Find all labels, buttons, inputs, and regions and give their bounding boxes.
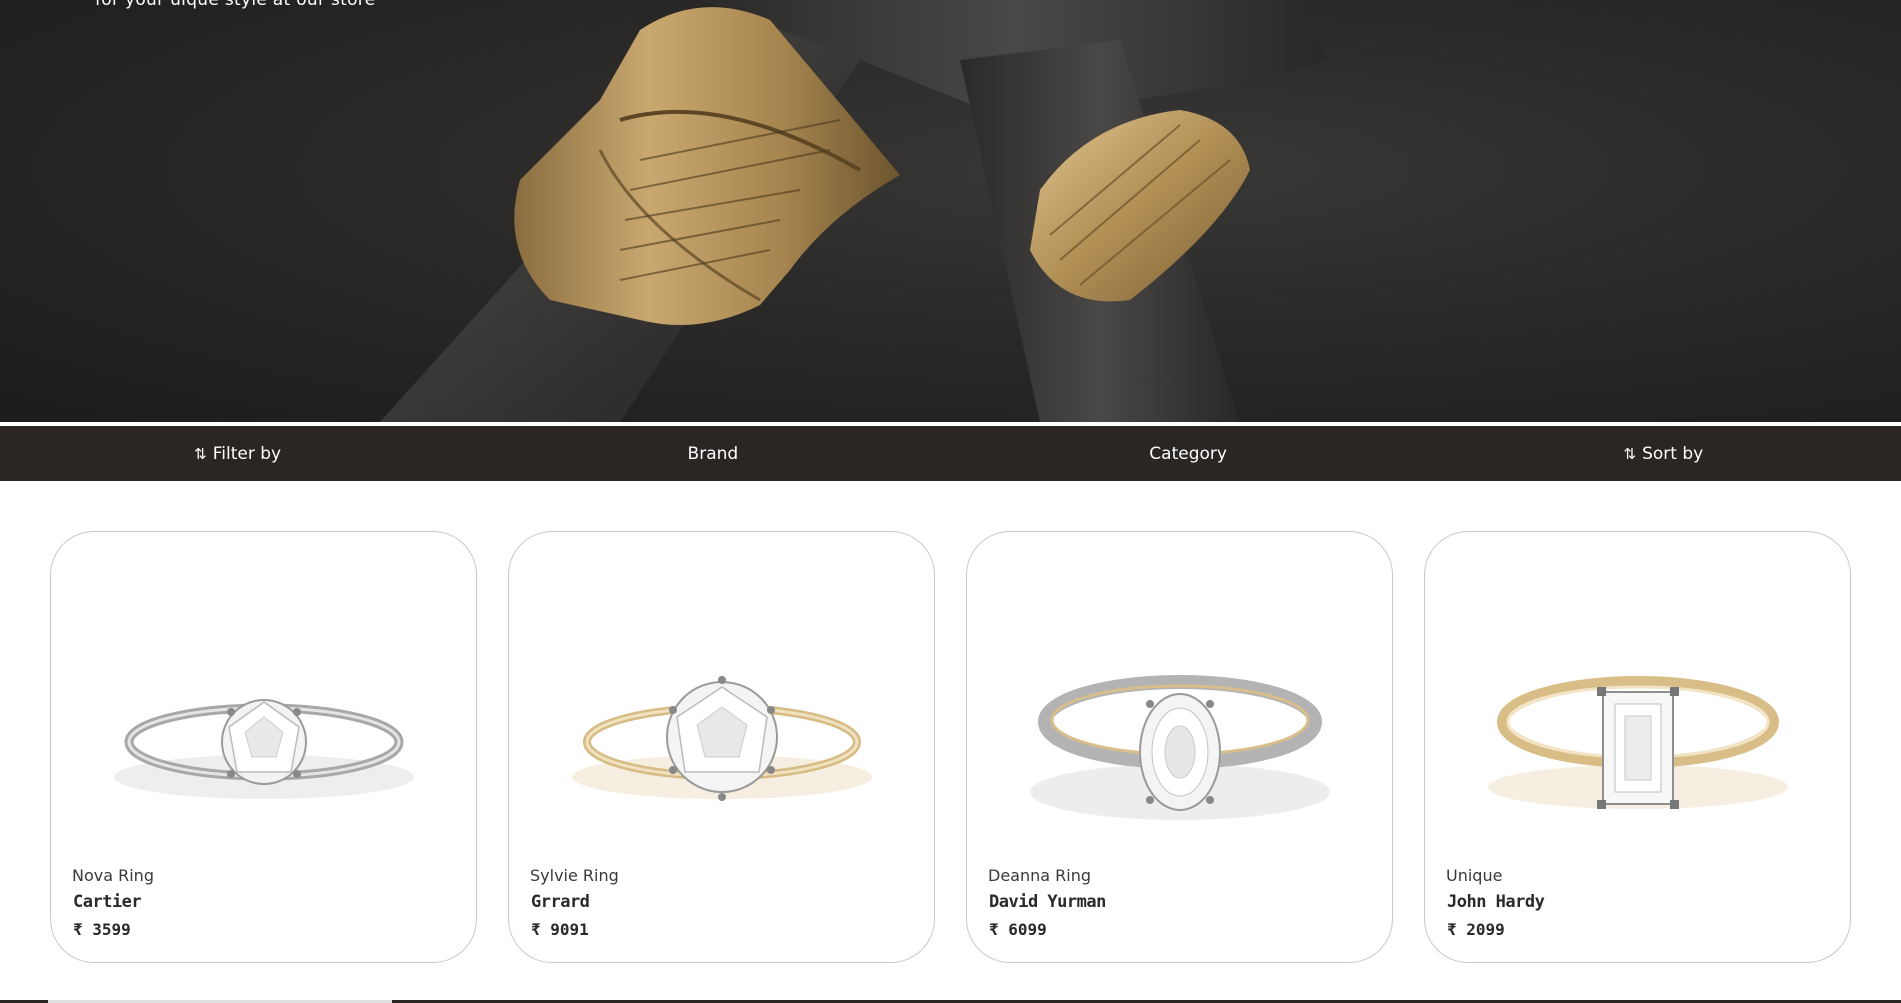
filter-by-button[interactable]: ⇅ Filter by — [0, 444, 475, 464]
product-price: ₹ 2099 — [1447, 920, 1505, 939]
product-name: Deanna Ring — [988, 866, 1091, 885]
ring-image — [1030, 675, 1330, 820]
product-card[interactable]: Sylvie Ring Grrard ₹ 9091 — [508, 531, 935, 963]
product-name: Unique — [1446, 866, 1503, 885]
hero-banner: for your uique style at our store — [0, 0, 1901, 422]
product-price: ₹ 6099 — [989, 920, 1047, 939]
sort-arrows-icon: ⇅ — [1623, 444, 1637, 463]
ring-image — [114, 699, 414, 799]
category-label: Category — [1149, 443, 1227, 464]
product-card[interactable]: Nova Ring Cartier ₹ 3599 — [50, 531, 477, 963]
product-price: ₹ 9091 — [531, 920, 589, 939]
product-card[interactable]: Deanna Ring David Yurman ₹ 6099 — [966, 531, 1393, 963]
product-brand: Grrard — [531, 892, 590, 912]
product-card[interactable]: Unique John Hardy ₹ 2099 — [1424, 531, 1851, 963]
ring-image — [1488, 676, 1788, 809]
product-grid: Nova Ring Cartier ₹ 3599 Sylvie Ring Grr… — [50, 531, 1853, 965]
product-brand: John Hardy — [1447, 892, 1545, 912]
sort-arrows-icon: ⇅ — [194, 444, 207, 463]
sort-by-button[interactable]: ⇅ Sort by — [1426, 444, 1901, 464]
brand-button[interactable]: Brand — [475, 444, 950, 464]
filter-by-label: Filter by — [212, 443, 282, 464]
hero-image — [380, 0, 1330, 422]
product-brand: Cartier — [73, 892, 142, 912]
category-button[interactable]: Category — [951, 444, 1426, 464]
product-name: Nova Ring — [72, 866, 154, 885]
product-brand: David Yurman — [989, 892, 1106, 912]
sort-by-label: Sort by — [1642, 443, 1704, 464]
brand-label: Brand — [687, 443, 739, 464]
filter-bar: ⇅ Filter by Brand Category ⇅ Sort by — [0, 426, 1901, 481]
product-name: Sylvie Ring — [530, 866, 619, 885]
hero-tagline: for your uique style at our store — [95, 0, 376, 10]
ring-image — [572, 676, 872, 801]
product-price: ₹ 3599 — [73, 920, 131, 939]
